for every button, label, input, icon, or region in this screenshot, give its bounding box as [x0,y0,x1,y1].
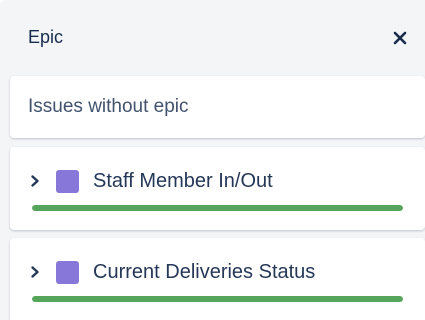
issues-without-epic-label: Issues without epic [28,96,189,117]
epic-name: Staff Member In/Out [93,169,273,192]
epic-progress-fill [32,296,403,302]
epic-name: Current Deliveries Status [93,260,316,283]
expand-button[interactable] [28,265,42,279]
epic-progress-bar [32,296,403,302]
close-icon [393,31,407,45]
epic-item[interactable]: Current Deliveries Status [10,238,425,320]
epic-progress-bar [32,205,403,211]
chevron-right-icon [31,175,39,187]
close-button[interactable] [385,23,415,53]
epic-row: Current Deliveries Status [28,258,315,286]
chevron-right-icon [31,266,39,278]
epic-row: Staff Member In/Out [28,167,273,195]
issues-without-epic-item[interactable]: Issues without epic [10,76,425,138]
epic-progress-fill [32,205,403,211]
panel-title: Epic [28,27,64,47]
epic-panel-header: Epic [0,0,425,74]
epic-color-swatch [56,169,79,193]
epic-item[interactable]: Staff Member In/Out [10,147,425,230]
epic-panel: Epic Issues without epic Staff Member In… [0,0,425,320]
epic-color-swatch [56,260,79,284]
expand-button[interactable] [28,174,42,188]
